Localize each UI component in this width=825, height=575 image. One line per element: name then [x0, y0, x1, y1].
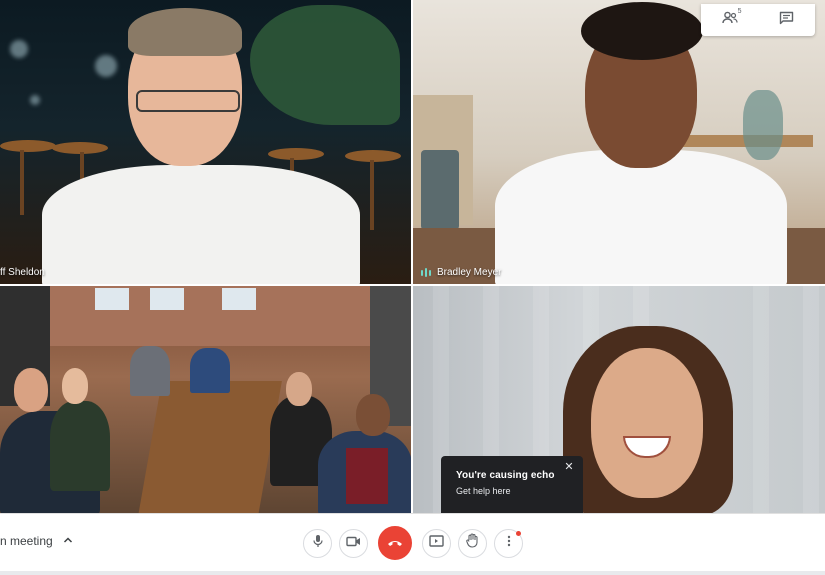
notification-dot	[516, 530, 521, 536]
hang-up-button[interactable]	[378, 526, 412, 560]
camera-icon	[346, 534, 361, 552]
more-options-button[interactable]	[494, 528, 523, 558]
participant-body	[42, 165, 360, 284]
call-controls	[303, 526, 523, 560]
attendee	[50, 401, 110, 491]
camera-button[interactable]	[339, 528, 368, 558]
attendee-head	[14, 368, 48, 412]
meeting-details-label: n meeting	[0, 534, 53, 548]
conference-table	[138, 381, 282, 513]
microphone-button[interactable]	[303, 528, 332, 558]
background-window	[222, 288, 256, 310]
get-help-link[interactable]: Get help here	[456, 486, 571, 496]
phone-hangup-icon	[387, 534, 403, 552]
attendee-head	[286, 372, 312, 406]
more-vert-icon	[507, 534, 511, 552]
participant-name: Bradley Meyer	[437, 267, 502, 278]
video-tile-participant-2[interactable]: Bradley Meyer	[413, 0, 825, 284]
raise-hand-button[interactable]	[458, 528, 487, 558]
video-tile-participant-1[interactable]: ff Sheldon	[0, 0, 411, 284]
top-panel: 5	[701, 4, 815, 36]
window-bottom-edge	[0, 571, 825, 575]
background-light	[95, 55, 117, 77]
toast-title: You're causing echo	[456, 470, 555, 481]
background-window	[95, 288, 129, 310]
participant-body	[495, 150, 787, 284]
background-plant	[250, 5, 400, 125]
background-person	[743, 90, 783, 160]
microphone-icon	[312, 534, 324, 553]
attendee	[130, 346, 170, 396]
attendee-shirt	[346, 448, 388, 504]
attendee-head	[62, 368, 88, 404]
participant-name: ff Sheldon	[0, 267, 45, 278]
participant-hair	[128, 8, 242, 56]
background-machine	[421, 150, 459, 230]
present-screen-icon	[429, 534, 444, 552]
bottom-control-bar: n meeting	[0, 513, 825, 571]
attendee-head	[356, 394, 390, 436]
participant-head	[591, 348, 703, 498]
speaking-indicator-icon	[421, 268, 431, 278]
stool-leg	[20, 150, 24, 215]
participant-hair	[581, 2, 703, 60]
people-icon	[721, 11, 738, 30]
close-icon[interactable]: ✕	[563, 461, 575, 473]
participants-count: 5	[737, 8, 742, 15]
participants-button[interactable]: 5	[715, 8, 745, 32]
participant-name-label: ff Sheldon	[0, 267, 45, 278]
video-tile-participant-3[interactable]	[0, 286, 411, 513]
background-stool	[0, 140, 56, 152]
stool-leg	[370, 160, 374, 230]
chat-button[interactable]	[772, 8, 802, 32]
participant-glasses	[136, 90, 240, 112]
chevron-up-icon	[63, 534, 73, 548]
background-light	[10, 40, 28, 58]
background-stool	[268, 148, 324, 160]
chat-icon	[779, 11, 794, 30]
present-screen-button[interactable]	[422, 528, 451, 558]
attendee	[190, 348, 230, 393]
background-window	[150, 288, 184, 310]
hand-icon	[466, 533, 479, 553]
background-light	[30, 95, 40, 105]
meet-window: ff Sheldon Bradley Meyer 5 ✕ You're caus…	[0, 0, 825, 575]
meeting-details-button[interactable]: n meeting	[0, 534, 73, 548]
echo-warning-toast: ✕ You're causing echo Get help here	[441, 456, 583, 513]
participant-name-label: Bradley Meyer	[421, 267, 501, 278]
background-brick-wall	[0, 286, 411, 346]
